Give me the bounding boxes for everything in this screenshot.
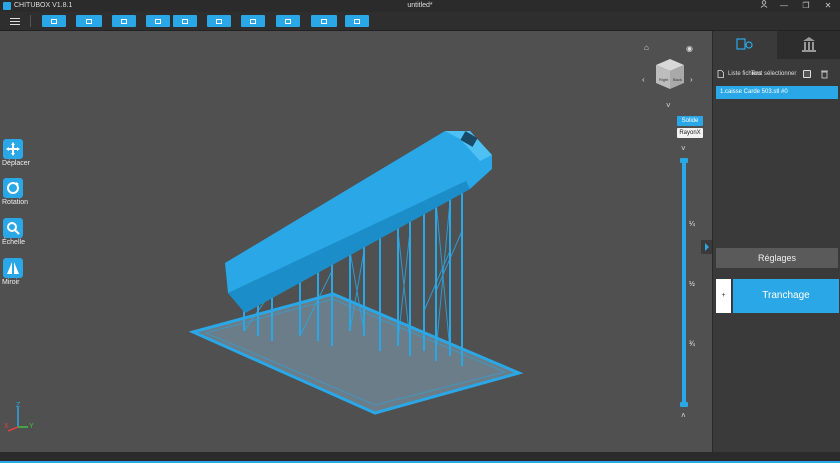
settings-list-icon	[736, 38, 753, 50]
visibility-eye-icon[interactable]: ◉	[686, 44, 693, 53]
tool-scale[interactable]: Échelle	[2, 218, 25, 246]
slice-button[interactable]: Tranchage	[733, 279, 839, 313]
axis-x-label: X	[4, 423, 9, 430]
select-all-label[interactable]: Tout sélectionner	[751, 71, 796, 77]
temple-icon	[802, 37, 816, 52]
axis-y-label: Y	[29, 423, 34, 430]
xray-mode-button[interactable]: RayonX	[677, 128, 703, 138]
printer-button[interactable]	[345, 15, 369, 27]
layer-slider-top-handle[interactable]	[680, 158, 688, 163]
mirror-icon	[3, 258, 23, 278]
status-bar	[0, 452, 840, 463]
close-button[interactable]: ✕	[818, 0, 838, 12]
maximize-button[interactable]: ❐	[796, 0, 816, 12]
axis-indicator	[7, 407, 28, 432]
slice-preview-button[interactable]	[311, 15, 337, 27]
hollow-button[interactable]	[276, 15, 300, 27]
solid-mode-button[interactable]: Solide	[677, 116, 703, 126]
home-view-icon[interactable]: ⌂	[644, 43, 649, 52]
open-project-icon	[51, 18, 57, 24]
file-list-header: Liste fichiers Tout sélectionner	[717, 69, 839, 81]
import-icon	[155, 18, 161, 24]
scene-render	[188, 131, 524, 415]
layer-icon	[216, 18, 222, 24]
export-button[interactable]	[173, 15, 197, 27]
cube-face-back: Back	[673, 77, 682, 82]
document-title: untitled*	[407, 2, 433, 9]
tool-move[interactable]: Déplacer	[2, 139, 31, 167]
build-plate	[188, 292, 524, 415]
slider-tick-half: ½	[689, 281, 695, 288]
tool-mirror[interactable]: Miroir	[2, 258, 24, 286]
layer-slider-track[interactable]	[682, 160, 686, 405]
open-file-icon	[86, 18, 92, 24]
save-button[interactable]	[112, 15, 136, 27]
move-icon	[3, 139, 23, 159]
user-icon[interactable]	[754, 0, 774, 12]
panel-collapse-tab[interactable]	[701, 240, 712, 254]
3d-viewport[interactable]: Déplacer Rotation Échelle Miroir Right B…	[0, 31, 712, 452]
tool-move-label: Déplacer	[2, 160, 31, 167]
slider-tick-three-quarters: ¾	[689, 341, 695, 348]
import-button[interactable]	[146, 15, 170, 27]
hamburger-icon[interactable]	[10, 16, 20, 26]
export-icon	[182, 18, 188, 24]
slider-up-chevron-icon[interactable]: ˅	[681, 144, 686, 153]
panel-tabs	[713, 31, 840, 59]
save-icon	[121, 18, 127, 24]
settings-button[interactable]: Réglages	[716, 248, 838, 268]
main-toolbar	[0, 12, 840, 31]
tab-machine[interactable]	[777, 31, 840, 59]
slider-tick-quarter: ¼	[689, 221, 695, 228]
right-panel: Liste fichiers Tout sélectionner 1.caiss…	[712, 31, 840, 452]
list-item[interactable]: 1.caisse Carde 503.stl #0	[716, 86, 838, 99]
select-all-checkbox[interactable]	[803, 70, 811, 78]
layer-button[interactable]	[207, 15, 231, 27]
slice-preview-icon	[321, 18, 327, 24]
tool-rotate-label: Rotation	[2, 199, 29, 206]
minimize-button[interactable]: —	[774, 0, 794, 12]
toolbar-separator	[30, 15, 31, 27]
rotate-icon	[3, 178, 23, 198]
cube-face-right: Right	[659, 77, 669, 82]
rotate-right-icon[interactable]: ›	[690, 75, 693, 84]
arrange-icon	[250, 18, 256, 24]
rotate-down-icon[interactable]: ˅	[666, 101, 671, 110]
chevron-right-icon	[705, 243, 709, 251]
slider-down-chevron-icon[interactable]: ˄	[681, 411, 686, 420]
app-name: CHITUBOX V1.8.1	[14, 2, 73, 9]
open-project-button[interactable]	[42, 15, 66, 27]
app-logo-icon	[3, 2, 11, 10]
scale-icon	[3, 218, 23, 238]
axis-z-label: Z	[16, 402, 21, 409]
title-bar: CHITUBOX V1.8.1 untitled* — ❐ ✕	[0, 0, 840, 12]
tool-scale-label: Échelle	[2, 239, 25, 246]
layer-slider-bottom-handle[interactable]	[680, 402, 688, 407]
tool-mirror-label: Miroir	[2, 279, 20, 286]
tab-model-settings[interactable]	[713, 31, 777, 59]
rotate-left-icon[interactable]: ‹	[642, 75, 645, 84]
arrange-button[interactable]	[241, 15, 265, 27]
open-file-button[interactable]	[76, 15, 102, 27]
file-icon	[717, 70, 724, 80]
slice-add-button[interactable]: +	[716, 279, 731, 313]
hollow-icon	[285, 18, 291, 24]
tool-rotate[interactable]: Rotation	[2, 178, 29, 206]
trash-icon[interactable]	[820, 69, 829, 79]
printer-icon	[354, 18, 360, 24]
